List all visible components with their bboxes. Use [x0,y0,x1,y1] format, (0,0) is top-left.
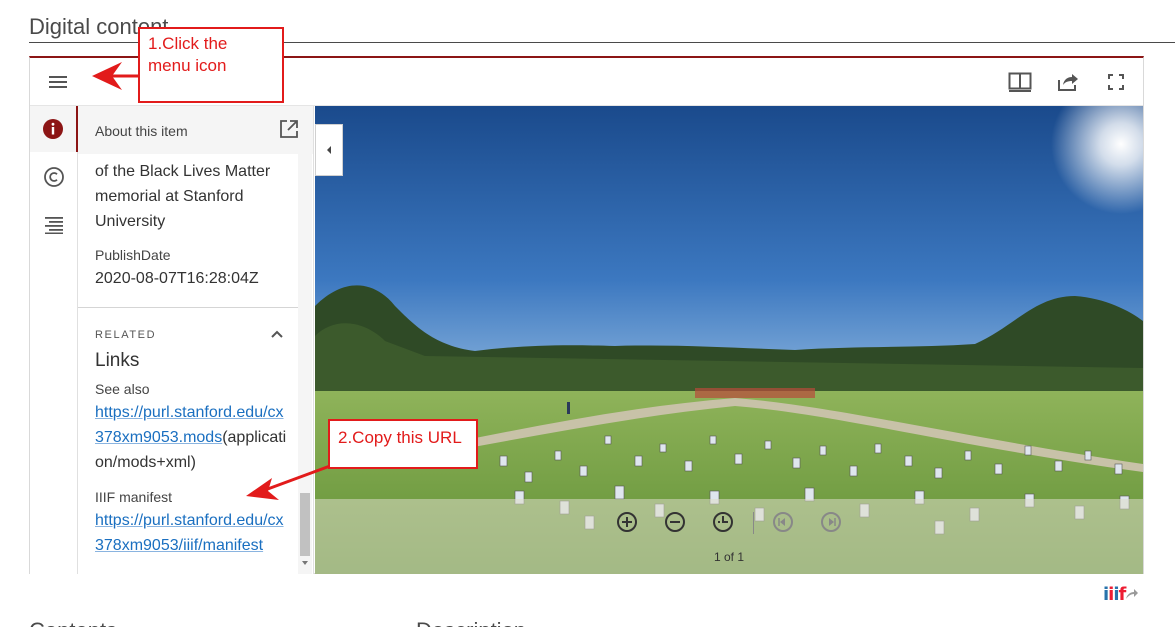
panel-divider [78,307,298,308]
open-in-new-icon[interactable] [278,118,300,140]
book-view-icon[interactable] [1005,67,1035,97]
iiif-manifest-link[interactable]: https://purl.stanford.edu/cx [95,508,284,533]
panel-header: About this item [78,106,313,154]
viewer-controls: 1 of 1 [315,499,1143,574]
previous-page-icon[interactable] [771,510,795,534]
publish-date-value: 2020-08-07T16:28:04Z [95,270,259,287]
annotation-callout-menu: 1.Click the menu icon [138,27,284,103]
rail-item-rights[interactable] [30,154,78,200]
callout-line: 1.Click the [148,34,228,53]
rail-item-contents[interactable] [30,202,78,248]
mods-link[interactable]: 378xm9053.mods [95,429,222,446]
publish-date-label: PublishDate [95,247,171,263]
hamburger-menu-icon[interactable] [43,67,73,97]
rail-item-info[interactable] [30,106,78,152]
info-icon [43,119,63,139]
copyright-icon [44,167,64,187]
table-of-contents-icon [45,217,63,234]
page: Digital content About this item of the B… [0,0,1175,627]
zoom-in-icon[interactable] [615,510,639,534]
related-heading: RELATED [95,329,157,341]
annotation-callout-url: 2.Copy this URL [328,419,478,469]
about-panel: About this item of the Black Lives Matte… [78,106,314,574]
links-title: Links [95,350,140,371]
page-counter: 1 of 1 [713,550,745,564]
reset-zoom-icon[interactable] [711,510,735,534]
description-heading: Description [416,618,526,627]
controls-separator [753,512,754,534]
mods-mime-type: (applicati [222,429,287,446]
share-icon[interactable] [1053,67,1083,97]
mods-mime-type: on/mods+xml) [95,454,196,471]
see-also-label: See also [95,381,150,397]
iiif-viewer: About this item of the Black Lives Matte… [29,56,1144,574]
chevron-left-icon [327,146,331,154]
zoom-out-icon[interactable] [663,510,687,534]
iiif-logo[interactable]: iiif [1103,583,1139,605]
external-arrow-icon [1126,589,1139,599]
collapse-panel-button[interactable] [315,124,343,176]
panel-title: About this item [95,123,188,139]
description-line: of the Black Lives Matter [95,163,271,180]
next-page-icon[interactable] [819,510,843,534]
sidebar-rail [30,106,78,574]
scroll-down-arrow-icon[interactable] [302,561,308,565]
mods-link[interactable]: https://purl.stanford.edu/cx [95,400,284,425]
fullscreen-icon[interactable] [1101,67,1131,97]
iiif-manifest-label: IIIF manifest [95,489,173,505]
contents-heading: Contents [29,618,117,627]
scrollbar-thumb[interactable] [300,493,310,556]
chevron-up-icon[interactable] [268,326,286,344]
iiif-manifest-link[interactable]: 378xm9053/iiif/manifest [95,533,263,558]
description-line: memorial at Stanford [95,188,244,205]
callout-line: menu icon [148,56,227,75]
description-line: University [95,213,166,230]
iiif-logo-text: iiif [1103,583,1126,605]
mods-link-row: 378xm9053.mods(applicati [95,425,286,450]
